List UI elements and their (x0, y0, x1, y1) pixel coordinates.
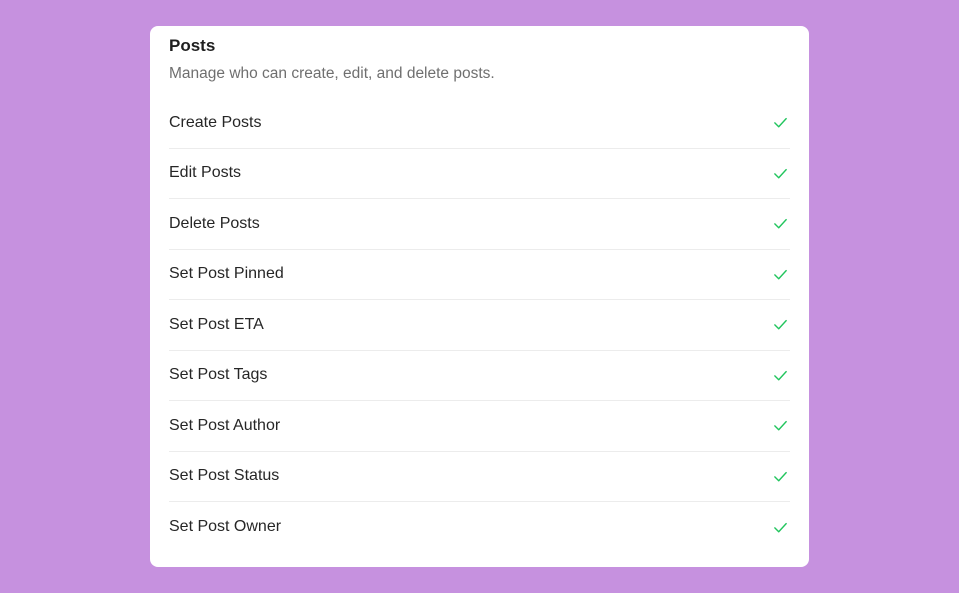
permission-label: Set Post Status (169, 467, 280, 485)
section-description: Manage who can create, edit, and delete … (169, 65, 495, 82)
permission-row-set-post-eta[interactable]: Set Post ETA (169, 300, 790, 351)
permission-row-create-posts[interactable]: Create Posts (169, 98, 790, 149)
permission-label: Set Post ETA (169, 315, 264, 333)
permission-row-set-post-owner[interactable]: Set Post Owner (169, 502, 790, 553)
permission-label: Edit Posts (169, 164, 242, 182)
permission-row-set-post-status[interactable]: Set Post Status (169, 452, 790, 502)
check-icon[interactable] (771, 467, 789, 485)
check-icon[interactable] (771, 164, 789, 182)
permission-label: Set Post Tags (169, 366, 268, 384)
check-icon[interactable] (771, 518, 789, 536)
check-icon[interactable] (771, 114, 789, 132)
permissions-card: Posts Manage who can create, edit, and d… (150, 26, 809, 567)
check-icon[interactable] (771, 265, 789, 283)
permission-row-set-post-tags[interactable]: Set Post Tags (169, 351, 790, 401)
permission-label: Set Post Owner (169, 518, 282, 536)
permission-row-edit-posts[interactable]: Edit Posts (169, 149, 790, 199)
permission-label: Create Posts (169, 113, 262, 131)
permission-row-set-post-pinned[interactable]: Set Post Pinned (169, 250, 790, 300)
check-icon[interactable] (771, 366, 789, 384)
permission-label: Set Post Author (169, 416, 281, 434)
check-icon[interactable] (771, 316, 789, 334)
permission-label: Set Post Pinned (169, 265, 284, 283)
permissions-list: Create Posts Edit Posts Delete Posts Set… (169, 98, 790, 553)
permission-row-set-post-author[interactable]: Set Post Author (169, 401, 790, 452)
section-title: Posts (169, 36, 216, 55)
check-icon[interactable] (771, 417, 789, 435)
permission-label: Delete Posts (169, 214, 260, 232)
permission-row-delete-posts[interactable]: Delete Posts (169, 199, 790, 250)
check-icon[interactable] (771, 215, 789, 233)
